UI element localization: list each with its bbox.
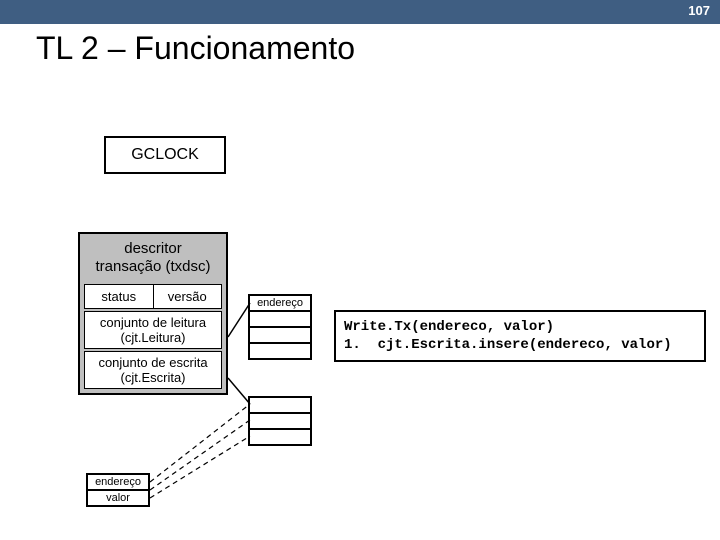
descriptor-status-cell: status xyxy=(85,285,153,308)
descriptor-readset-line2: (cjt.Leitura) xyxy=(120,330,185,345)
code-line-2: 1. cjt.Escrita.insere(endereco, valor) xyxy=(344,337,672,353)
slide-title: TL 2 – Funcionamento xyxy=(36,30,355,67)
kv-valor: valor xyxy=(87,490,149,506)
readset-cell xyxy=(249,327,311,343)
kv-endereco: endereço xyxy=(87,474,149,490)
readset-cell xyxy=(249,343,311,359)
code-line-1: Write.Tx(endereco, valor) xyxy=(344,319,554,335)
descriptor-writeset-row: conjunto de escrita (cjt.Escrita) xyxy=(84,351,222,389)
key-value-labels: endereço valor xyxy=(86,473,150,507)
descriptor-header-line2: transação (txdsc) xyxy=(95,258,210,275)
descriptor-writeset-line2: (cjt.Escrita) xyxy=(121,370,186,385)
slide-number: 107 xyxy=(688,3,710,18)
descriptor-writeset-line1: conjunto de escrita xyxy=(98,355,207,370)
descriptor-header: descritor transação (txdsc) xyxy=(82,236,224,282)
writeset-table xyxy=(248,396,312,446)
readset-cell xyxy=(249,311,311,327)
descriptor-readset-line1: conjunto de leitura xyxy=(100,315,206,330)
transaction-descriptor: descritor transação (txdsc) status versã… xyxy=(78,232,228,395)
writeset-cell xyxy=(249,413,311,429)
header-bar: 107 xyxy=(0,0,720,24)
readset-table: endereço xyxy=(248,294,312,360)
descriptor-status-row: status versão xyxy=(84,284,222,309)
code-box: Write.Tx(endereco, valor) 1. cjt.Escrita… xyxy=(334,310,706,362)
writeset-cell xyxy=(249,397,311,413)
descriptor-version-cell: versão xyxy=(153,285,222,308)
readset-header: endereço xyxy=(249,295,311,311)
writeset-cell xyxy=(249,429,311,445)
descriptor-header-line1: descritor xyxy=(124,240,182,257)
descriptor-readset-row: conjunto de leitura (cjt.Leitura) xyxy=(84,311,222,349)
gclock-box: GCLOCK xyxy=(104,136,226,174)
